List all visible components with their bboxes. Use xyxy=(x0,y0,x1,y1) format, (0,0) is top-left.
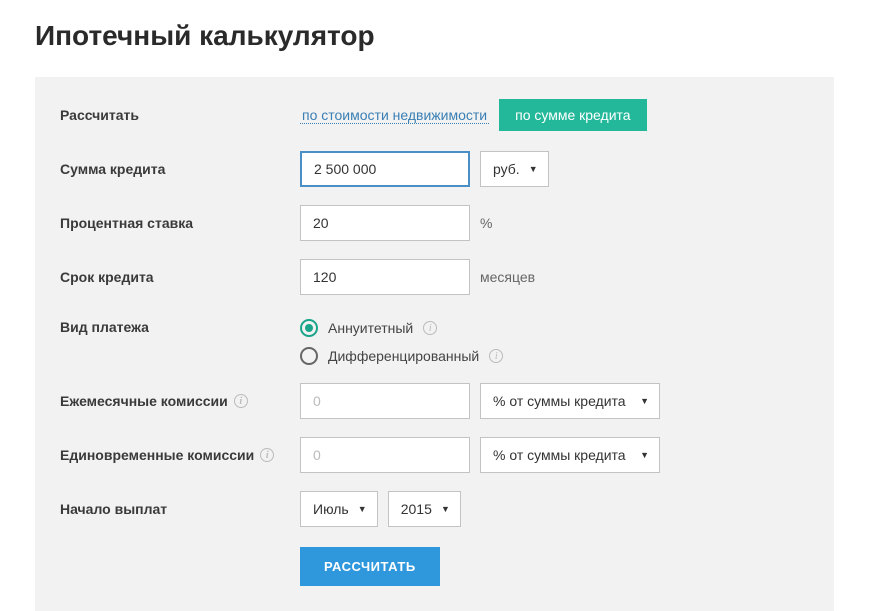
info-icon[interactable]: i xyxy=(489,349,503,363)
term-unit: месяцев xyxy=(480,269,535,285)
label-interest-rate: Процентная ставка xyxy=(60,215,300,231)
label-payment-type: Вид платежа xyxy=(60,313,300,335)
onetime-fee-type-select[interactable]: % от суммы кредита xyxy=(480,437,660,473)
label-start-date: Начало выплат xyxy=(60,501,300,517)
onetime-fee-type-value: % от суммы кредита xyxy=(493,447,626,463)
interest-rate-input[interactable] xyxy=(300,205,470,241)
label-monthly-fees: Ежемесячные комиссии i xyxy=(60,393,300,409)
loan-term-input[interactable] xyxy=(300,259,470,295)
tab-by-property[interactable]: по стоимости недвижимости xyxy=(300,107,489,124)
info-icon[interactable]: i xyxy=(423,321,437,335)
onetime-fee-input[interactable] xyxy=(300,437,470,473)
row-interest-rate: Процентная ставка % xyxy=(60,205,809,241)
start-year-select[interactable]: 2015 xyxy=(388,491,461,527)
radio-annuity-label: Аннуитетный xyxy=(328,320,413,336)
row-payment-type: Вид платежа Аннуитетный i Дифференцирова… xyxy=(60,313,809,365)
row-onetime-fees: Единовременные комиссии i % от суммы кре… xyxy=(60,437,809,473)
row-calculate-mode: Рассчитать по стоимости недвижимости по … xyxy=(60,97,809,133)
tab-by-amount[interactable]: по сумме кредита xyxy=(499,99,646,131)
radio-differentiated-label: Дифференцированный xyxy=(328,348,479,364)
row-monthly-fees: Ежемесячные комиссии i % от суммы кредит… xyxy=(60,383,809,419)
rate-unit: % xyxy=(480,215,492,231)
monthly-fee-type-value: % от суммы кредита xyxy=(493,393,626,409)
calculator-form: Рассчитать по стоимости недвижимости по … xyxy=(35,77,834,611)
currency-select[interactable]: руб. xyxy=(480,151,549,187)
label-onetime-fees: Единовременные комиссии i xyxy=(60,447,300,463)
row-loan-term: Срок кредита месяцев xyxy=(60,259,809,295)
currency-value: руб. xyxy=(493,161,520,177)
page-title: Ипотечный калькулятор xyxy=(35,20,834,52)
start-year-value: 2015 xyxy=(401,501,432,517)
start-month-value: Июль xyxy=(313,501,349,517)
label-loan-amount: Сумма кредита xyxy=(60,161,300,177)
label-calculate-mode: Рассчитать xyxy=(60,107,300,123)
monthly-fee-type-select[interactable]: % от суммы кредита xyxy=(480,383,660,419)
radio-circle-icon xyxy=(300,319,318,337)
label-loan-term: Срок кредита xyxy=(60,269,300,285)
info-icon[interactable]: i xyxy=(260,448,274,462)
start-month-select[interactable]: Июль xyxy=(300,491,378,527)
info-icon[interactable]: i xyxy=(234,394,248,408)
loan-amount-input[interactable] xyxy=(300,151,470,187)
radio-differentiated[interactable]: Дифференцированный i xyxy=(300,347,503,365)
calculate-button[interactable]: Рассчитать xyxy=(300,547,440,586)
row-loan-amount: Сумма кредита руб. xyxy=(60,151,809,187)
radio-circle-icon xyxy=(300,347,318,365)
row-start-date: Начало выплат Июль 2015 xyxy=(60,491,809,527)
monthly-fee-input[interactable] xyxy=(300,383,470,419)
radio-annuity[interactable]: Аннуитетный i xyxy=(300,319,503,337)
